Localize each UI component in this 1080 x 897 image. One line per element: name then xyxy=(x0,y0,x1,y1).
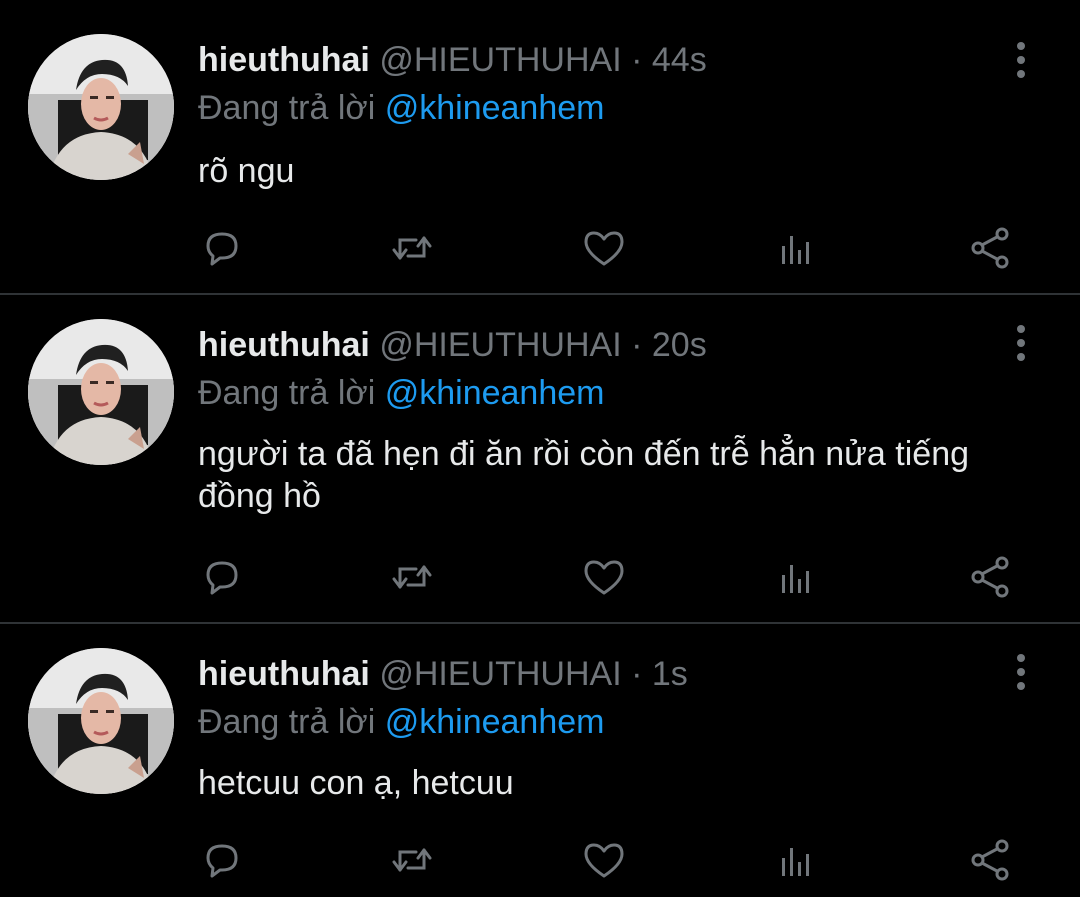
reply-prefix: Đang trả lời xyxy=(198,703,376,741)
user-handle[interactable]: @HIEUTHUHAI xyxy=(379,326,621,364)
tweet-header: hieuthuhai @HIEUTHUHAI · 1s xyxy=(198,654,688,694)
tweet[interactable]: hieuthuhai @HIEUTHUHAI · 44s Đang trả lờ… xyxy=(0,0,1080,294)
share-icon[interactable] xyxy=(966,224,1014,272)
tweet[interactable]: hieuthuhai @HIEUTHUHAI · 20s Đang trả lờ… xyxy=(0,295,1080,623)
reply-mention[interactable]: @khineanhem xyxy=(385,374,605,412)
avatar[interactable] xyxy=(28,319,174,465)
analytics-icon[interactable] xyxy=(772,224,820,272)
separator-dot: · xyxy=(631,655,643,693)
analytics-icon[interactable] xyxy=(772,553,820,601)
more-icon[interactable] xyxy=(1006,321,1036,365)
reply-icon[interactable] xyxy=(198,553,246,601)
avatar[interactable] xyxy=(28,34,174,180)
tweet-text: hetcuu con ạ, hetcuu xyxy=(198,764,514,802)
retweet-icon[interactable] xyxy=(388,553,436,601)
separator-dot: · xyxy=(631,326,643,364)
tweet-header: hieuthuhai @HIEUTHUHAI · 44s xyxy=(198,40,707,80)
reply-context: Đang trả lời @khineanhem xyxy=(198,702,604,742)
reply-icon[interactable] xyxy=(198,836,246,884)
timestamp[interactable]: 20s xyxy=(652,326,707,364)
tweet[interactable]: hieuthuhai @HIEUTHUHAI · 1s Đang trả lời… xyxy=(0,624,1080,897)
retweet-icon[interactable] xyxy=(388,224,436,272)
timestamp[interactable]: 1s xyxy=(652,655,688,693)
reply-prefix: Đang trả lời xyxy=(198,374,376,412)
share-icon[interactable] xyxy=(966,553,1014,601)
reply-context: Đang trả lời @khineanhem xyxy=(198,373,604,413)
reply-icon[interactable] xyxy=(198,224,246,272)
user-handle[interactable]: @HIEUTHUHAI xyxy=(379,41,621,79)
avatar[interactable] xyxy=(28,648,174,794)
share-icon[interactable] xyxy=(966,836,1014,884)
reply-mention[interactable]: @khineanhem xyxy=(385,703,605,741)
timestamp[interactable]: 44s xyxy=(652,41,707,79)
display-name[interactable]: hieuthuhai xyxy=(198,41,370,79)
reply-context: Đang trả lời @khineanhem xyxy=(198,88,604,128)
like-icon[interactable] xyxy=(580,224,628,272)
like-icon[interactable] xyxy=(580,836,628,884)
more-icon[interactable] xyxy=(1006,650,1036,694)
retweet-icon[interactable] xyxy=(388,836,436,884)
more-icon[interactable] xyxy=(1006,38,1036,82)
reply-prefix: Đang trả lời xyxy=(198,89,376,127)
tweet-text: người ta đã hẹn đi ăn rồi còn đến trễ hẳ… xyxy=(198,435,970,515)
user-handle[interactable]: @HIEUTHUHAI xyxy=(379,655,621,693)
tweet-text: rõ ngu xyxy=(198,152,295,190)
display-name[interactable]: hieuthuhai xyxy=(198,326,370,364)
reply-mention[interactable]: @khineanhem xyxy=(385,89,605,127)
separator-dot: · xyxy=(631,41,643,79)
like-icon[interactable] xyxy=(580,553,628,601)
tweet-header: hieuthuhai @HIEUTHUHAI · 20s xyxy=(198,325,707,365)
display-name[interactable]: hieuthuhai xyxy=(198,655,370,693)
analytics-icon[interactable] xyxy=(772,836,820,884)
